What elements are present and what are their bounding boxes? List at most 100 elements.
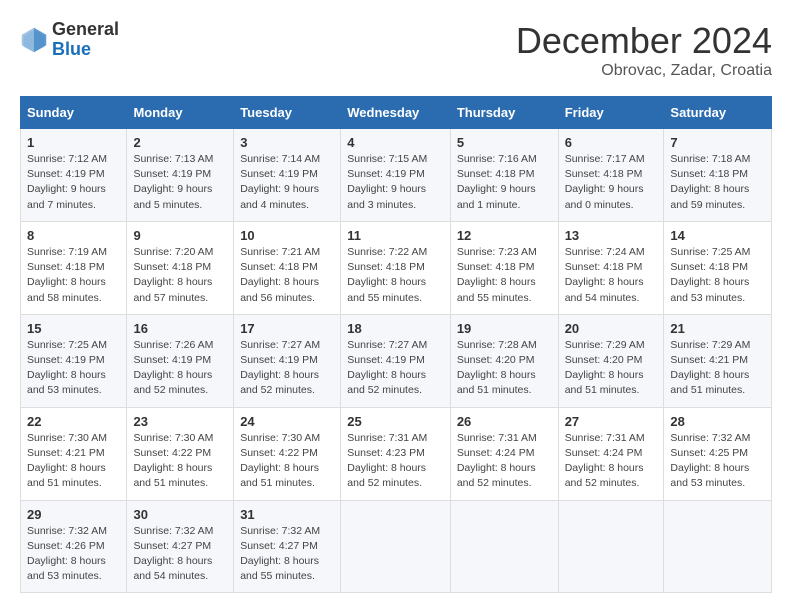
calendar-cell: 30 Sunrise: 7:32 AMSunset: 4:27 PMDaylig… <box>127 500 234 593</box>
calendar-cell: 14 Sunrise: 7:25 AMSunset: 4:18 PMDaylig… <box>664 221 772 314</box>
calendar-cell: 15 Sunrise: 7:25 AMSunset: 4:19 PMDaylig… <box>21 314 127 407</box>
day-number: 1 <box>27 135 120 150</box>
calendar-cell <box>558 500 664 593</box>
day-number: 20 <box>565 321 658 336</box>
calendar-week-row: 1 Sunrise: 7:12 AMSunset: 4:19 PMDayligh… <box>21 129 772 222</box>
calendar-week-row: 22 Sunrise: 7:30 AMSunset: 4:21 PMDaylig… <box>21 407 772 500</box>
calendar-cell: 23 Sunrise: 7:30 AMSunset: 4:22 PMDaylig… <box>127 407 234 500</box>
col-friday: Friday <box>558 97 664 129</box>
day-info: Sunrise: 7:20 AMSunset: 4:18 PMDaylight:… <box>133 245 227 306</box>
calendar-cell: 16 Sunrise: 7:26 AMSunset: 4:19 PMDaylig… <box>127 314 234 407</box>
day-info: Sunrise: 7:28 AMSunset: 4:20 PMDaylight:… <box>457 338 552 399</box>
calendar-cell: 25 Sunrise: 7:31 AMSunset: 4:23 PMDaylig… <box>341 407 451 500</box>
day-number: 31 <box>240 507 334 522</box>
calendar-week-row: 8 Sunrise: 7:19 AMSunset: 4:18 PMDayligh… <box>21 221 772 314</box>
day-number: 29 <box>27 507 120 522</box>
calendar-cell: 2 Sunrise: 7:13 AMSunset: 4:19 PMDayligh… <box>127 129 234 222</box>
day-info: Sunrise: 7:30 AMSunset: 4:22 PMDaylight:… <box>240 431 334 492</box>
calendar-cell <box>341 500 451 593</box>
calendar-cell: 17 Sunrise: 7:27 AMSunset: 4:19 PMDaylig… <box>234 314 341 407</box>
calendar-cell <box>664 500 772 593</box>
day-info: Sunrise: 7:32 AMSunset: 4:27 PMDaylight:… <box>133 524 227 585</box>
col-wednesday: Wednesday <box>341 97 451 129</box>
calendar-cell: 21 Sunrise: 7:29 AMSunset: 4:21 PMDaylig… <box>664 314 772 407</box>
calendar-cell: 7 Sunrise: 7:18 AMSunset: 4:18 PMDayligh… <box>664 129 772 222</box>
col-monday: Monday <box>127 97 234 129</box>
col-sunday: Sunday <box>21 97 127 129</box>
calendar-week-row: 29 Sunrise: 7:32 AMSunset: 4:26 PMDaylig… <box>21 500 772 593</box>
day-info: Sunrise: 7:25 AMSunset: 4:18 PMDaylight:… <box>670 245 765 306</box>
calendar-cell: 12 Sunrise: 7:23 AMSunset: 4:18 PMDaylig… <box>450 221 558 314</box>
calendar-cell: 1 Sunrise: 7:12 AMSunset: 4:19 PMDayligh… <box>21 129 127 222</box>
day-info: Sunrise: 7:22 AMSunset: 4:18 PMDaylight:… <box>347 245 444 306</box>
day-number: 19 <box>457 321 552 336</box>
logo: General Blue <box>20 20 119 60</box>
day-info: Sunrise: 7:27 AMSunset: 4:19 PMDaylight:… <box>240 338 334 399</box>
location: Obrovac, Zadar, Croatia <box>516 62 772 80</box>
day-info: Sunrise: 7:12 AMSunset: 4:19 PMDaylight:… <box>27 152 120 213</box>
day-info: Sunrise: 7:29 AMSunset: 4:21 PMDaylight:… <box>670 338 765 399</box>
day-info: Sunrise: 7:30 AMSunset: 4:21 PMDaylight:… <box>27 431 120 492</box>
calendar-cell: 22 Sunrise: 7:30 AMSunset: 4:21 PMDaylig… <box>21 407 127 500</box>
calendar-week-row: 15 Sunrise: 7:25 AMSunset: 4:19 PMDaylig… <box>21 314 772 407</box>
calendar-cell: 27 Sunrise: 7:31 AMSunset: 4:24 PMDaylig… <box>558 407 664 500</box>
title-block: December 2024 Obrovac, Zadar, Croatia <box>516 20 772 80</box>
day-number: 18 <box>347 321 444 336</box>
day-number: 15 <box>27 321 120 336</box>
day-number: 26 <box>457 414 552 429</box>
day-info: Sunrise: 7:32 AMSunset: 4:25 PMDaylight:… <box>670 431 765 492</box>
calendar-cell: 11 Sunrise: 7:22 AMSunset: 4:18 PMDaylig… <box>341 221 451 314</box>
day-number: 8 <box>27 228 120 243</box>
calendar-cell: 8 Sunrise: 7:19 AMSunset: 4:18 PMDayligh… <box>21 221 127 314</box>
day-info: Sunrise: 7:19 AMSunset: 4:18 PMDaylight:… <box>27 245 120 306</box>
day-number: 13 <box>565 228 658 243</box>
day-number: 7 <box>670 135 765 150</box>
col-tuesday: Tuesday <box>234 97 341 129</box>
day-info: Sunrise: 7:15 AMSunset: 4:19 PMDaylight:… <box>347 152 444 213</box>
day-number: 12 <box>457 228 552 243</box>
day-number: 17 <box>240 321 334 336</box>
day-number: 6 <box>565 135 658 150</box>
day-number: 5 <box>457 135 552 150</box>
day-info: Sunrise: 7:27 AMSunset: 4:19 PMDaylight:… <box>347 338 444 399</box>
page-header: General Blue December 2024 Obrovac, Zada… <box>20 20 772 80</box>
day-info: Sunrise: 7:29 AMSunset: 4:20 PMDaylight:… <box>565 338 658 399</box>
calendar-cell: 3 Sunrise: 7:14 AMSunset: 4:19 PMDayligh… <box>234 129 341 222</box>
day-info: Sunrise: 7:21 AMSunset: 4:18 PMDaylight:… <box>240 245 334 306</box>
day-number: 24 <box>240 414 334 429</box>
calendar-cell: 6 Sunrise: 7:17 AMSunset: 4:18 PMDayligh… <box>558 129 664 222</box>
day-number: 23 <box>133 414 227 429</box>
day-info: Sunrise: 7:32 AMSunset: 4:26 PMDaylight:… <box>27 524 120 585</box>
calendar-cell <box>450 500 558 593</box>
day-info: Sunrise: 7:26 AMSunset: 4:19 PMDaylight:… <box>133 338 227 399</box>
day-number: 10 <box>240 228 334 243</box>
day-number: 9 <box>133 228 227 243</box>
calendar-header-row: Sunday Monday Tuesday Wednesday Thursday… <box>21 97 772 129</box>
calendar-cell: 29 Sunrise: 7:32 AMSunset: 4:26 PMDaylig… <box>21 500 127 593</box>
col-saturday: Saturday <box>664 97 772 129</box>
day-number: 3 <box>240 135 334 150</box>
day-number: 11 <box>347 228 444 243</box>
calendar-cell: 24 Sunrise: 7:30 AMSunset: 4:22 PMDaylig… <box>234 407 341 500</box>
col-thursday: Thursday <box>450 97 558 129</box>
calendar-cell: 26 Sunrise: 7:31 AMSunset: 4:24 PMDaylig… <box>450 407 558 500</box>
calendar-cell: 18 Sunrise: 7:27 AMSunset: 4:19 PMDaylig… <box>341 314 451 407</box>
day-info: Sunrise: 7:23 AMSunset: 4:18 PMDaylight:… <box>457 245 552 306</box>
day-number: 28 <box>670 414 765 429</box>
logo-text: General Blue <box>52 20 119 60</box>
calendar-cell: 28 Sunrise: 7:32 AMSunset: 4:25 PMDaylig… <box>664 407 772 500</box>
day-number: 22 <box>27 414 120 429</box>
day-info: Sunrise: 7:31 AMSunset: 4:23 PMDaylight:… <box>347 431 444 492</box>
day-number: 25 <box>347 414 444 429</box>
day-info: Sunrise: 7:31 AMSunset: 4:24 PMDaylight:… <box>457 431 552 492</box>
calendar-table: Sunday Monday Tuesday Wednesday Thursday… <box>20 96 772 593</box>
day-number: 27 <box>565 414 658 429</box>
logo-icon <box>20 26 48 54</box>
day-info: Sunrise: 7:24 AMSunset: 4:18 PMDaylight:… <box>565 245 658 306</box>
day-number: 21 <box>670 321 765 336</box>
day-info: Sunrise: 7:31 AMSunset: 4:24 PMDaylight:… <box>565 431 658 492</box>
day-info: Sunrise: 7:18 AMSunset: 4:18 PMDaylight:… <box>670 152 765 213</box>
day-number: 16 <box>133 321 227 336</box>
day-number: 4 <box>347 135 444 150</box>
calendar-cell: 5 Sunrise: 7:16 AMSunset: 4:18 PMDayligh… <box>450 129 558 222</box>
